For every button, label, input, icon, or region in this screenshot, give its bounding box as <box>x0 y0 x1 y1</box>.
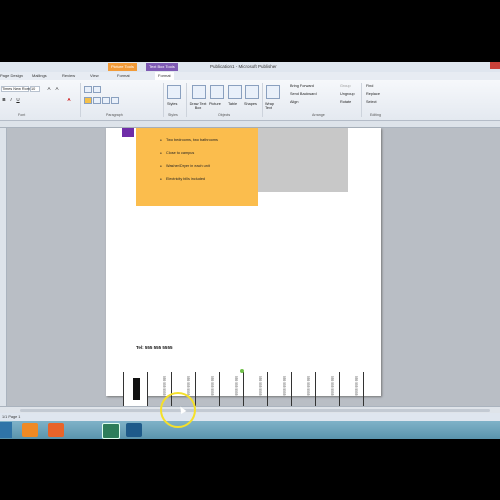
taskbar <box>0 421 500 439</box>
tear-off-text: 555 555 5555 <box>306 376 310 396</box>
page-indicator: 1/1 Page 1 <box>2 415 21 419</box>
font-name-box[interactable]: Times New Roman <box>1 86 34 92</box>
bullet-item: Close to campus <box>160 151 194 155</box>
picture-icon[interactable] <box>210 85 224 99</box>
shapes-label[interactable]: Shapes <box>244 102 257 106</box>
vertical-ruler[interactable] <box>0 128 7 406</box>
rotate-button[interactable]: Rotate <box>340 100 351 104</box>
ribbon-tab-row: Page Design Mailings Review View Format … <box>0 72 500 80</box>
align-button[interactable]: Align <box>290 100 298 104</box>
window-controls <box>470 62 500 70</box>
separator <box>80 83 81 117</box>
tear-off-text: 555 555 5555 <box>354 376 358 396</box>
text-box-tools-context-tab[interactable]: Text Box Tools <box>146 63 178 71</box>
separator <box>186 83 187 117</box>
publication-page[interactable]: Two bedrooms, two bathrooms Close to cam… <box>106 128 381 434</box>
purple-accent <box>122 128 134 137</box>
find-button[interactable]: Find <box>366 84 373 88</box>
italic-button[interactable]: I <box>8 97 14 102</box>
send-backward-button[interactable]: Send Backward <box>290 92 317 96</box>
picture-label[interactable]: Picture <box>209 102 221 106</box>
minimize-button[interactable] <box>470 62 480 69</box>
select-button[interactable]: Select <box>366 100 377 104</box>
tab-page-design[interactable]: Page Design <box>0 72 23 80</box>
publisher-icon[interactable] <box>102 423 120 439</box>
wrap-text-icon[interactable] <box>266 85 280 99</box>
styles-group-label: Styles <box>168 113 178 117</box>
separator <box>262 83 263 117</box>
bold-button[interactable]: B <box>1 97 7 102</box>
tear-off-text: 555 555 5555 <box>210 376 214 396</box>
tab-format-textbox[interactable]: Format <box>155 72 174 80</box>
tear-off-text: 555 555 5555 <box>282 376 286 396</box>
publisher-window: Picture Tools Text Box Tools Publication… <box>0 62 500 439</box>
align-right-icon[interactable] <box>102 97 110 104</box>
picture-tools-context-tab[interactable]: Picture Tools <box>108 63 137 71</box>
tear-off-text: 555 555 5555 <box>234 376 238 396</box>
close-button[interactable] <box>490 62 500 69</box>
grow-font-button[interactable]: A <box>46 86 52 91</box>
horizontal-ruler[interactable] <box>0 121 500 128</box>
bullet-item: Washer/Dryer in each unit <box>160 164 210 168</box>
objects-group-label: Objects <box>218 113 231 117</box>
styles-button-label[interactable]: Styles <box>167 102 177 106</box>
media-player-icon[interactable] <box>22 423 38 437</box>
tab-format-picture[interactable]: Format <box>117 72 130 80</box>
tab-mailings[interactable]: Mailings <box>32 72 47 80</box>
font-group-label: Font <box>18 113 26 117</box>
styles-icon[interactable] <box>167 85 181 99</box>
wrap-text-label[interactable]: Wrap Text <box>265 102 279 110</box>
table-label[interactable]: Table <box>228 102 237 106</box>
app-icon[interactable] <box>126 423 142 437</box>
maximize-button[interactable] <box>480 62 490 69</box>
orange-text-box[interactable]: Two bedrooms, two bathrooms Close to cam… <box>136 128 258 206</box>
table-icon[interactable] <box>228 85 242 99</box>
tab-review[interactable]: Review <box>62 72 75 80</box>
replace-button[interactable]: Replace <box>366 92 380 96</box>
tab-view[interactable]: View <box>90 72 99 80</box>
tear-off-text: 555 555 5555 <box>162 376 166 396</box>
group-button[interactable]: Group <box>340 84 351 88</box>
bullets-icon[interactable] <box>84 86 92 93</box>
align-center-icon[interactable] <box>93 97 101 104</box>
workspace: Two bedrooms, two bathrooms Close to cam… <box>7 128 493 434</box>
status-bar: 1/1 Page 1 <box>0 413 500 421</box>
shapes-icon[interactable] <box>245 85 259 99</box>
separator <box>361 83 362 117</box>
numbering-icon[interactable] <box>93 86 101 93</box>
editing-group-label: Editing <box>370 113 381 117</box>
draw-text-box-icon[interactable] <box>192 85 206 99</box>
scrollbar-thumb[interactable] <box>20 409 490 412</box>
bullet-item: Electricity bills included <box>160 177 205 181</box>
align-left-icon[interactable] <box>84 97 92 104</box>
window-title: Publication1 - Microsoft Publisher <box>210 64 277 69</box>
arrange-group-label: Arrange <box>312 113 325 117</box>
separator <box>163 83 164 117</box>
ungroup-button[interactable]: Ungroup <box>340 92 355 96</box>
bullet-item: Two bedrooms, two bathrooms <box>160 138 218 142</box>
firefox-icon[interactable] <box>48 423 64 437</box>
phone-number[interactable]: Tel: 555 555 5555 <box>136 345 172 350</box>
paragraph-group-label: Paragraph <box>106 113 123 117</box>
font-size-box[interactable]: 10 <box>30 86 40 92</box>
bring-forward-button[interactable]: Bring Forward <box>290 84 314 88</box>
tear-off-text: 555 555 5555 <box>258 376 262 396</box>
tear-off-text: 555 555 5555 <box>330 376 334 396</box>
font-color-button[interactable]: A <box>66 97 72 102</box>
underline-button[interactable]: U <box>15 97 21 102</box>
rotation-handle[interactable] <box>240 369 244 373</box>
shrink-font-button[interactable]: A <box>54 86 60 91</box>
ribbon: Times New Roman 10 A A B I U A Font Para… <box>0 80 500 121</box>
justify-icon[interactable] <box>111 97 119 104</box>
draw-text-box-label[interactable]: Draw Text Box <box>188 102 208 110</box>
start-button[interactable] <box>0 422 12 438</box>
selected-strip-marker <box>133 378 140 400</box>
